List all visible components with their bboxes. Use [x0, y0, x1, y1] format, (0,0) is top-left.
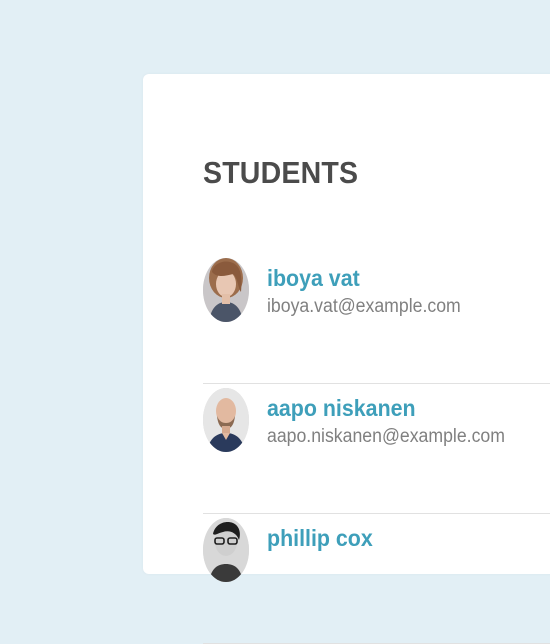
avatar[interactable]	[203, 518, 249, 582]
avatar[interactable]	[203, 258, 249, 322]
person-photo-icon	[203, 388, 249, 452]
avatar[interactable]	[203, 388, 249, 452]
student-name[interactable]: aapo niskanen	[267, 394, 416, 422]
person-photo-icon	[203, 258, 249, 322]
student-name[interactable]: phillip cox	[267, 524, 373, 552]
list-item[interactable]: aapo niskanen aapo.niskanen@example.com	[203, 384, 550, 514]
student-email: iboya.vat@example.com	[267, 296, 461, 317]
list-item[interactable]: phillip cox	[203, 514, 550, 644]
student-name[interactable]: iboya vat	[267, 264, 360, 292]
page-title: STUDENTS	[203, 155, 359, 190]
student-email: aapo.niskanen@example.com	[267, 426, 505, 447]
person-photo-icon	[203, 518, 249, 582]
students-card: STUDENTS iboya vat iboya.vat@example.com	[143, 74, 550, 644]
student-list: iboya vat iboya.vat@example.com aapo nis…	[203, 254, 550, 644]
list-item[interactable]: iboya vat iboya.vat@example.com	[203, 254, 550, 384]
